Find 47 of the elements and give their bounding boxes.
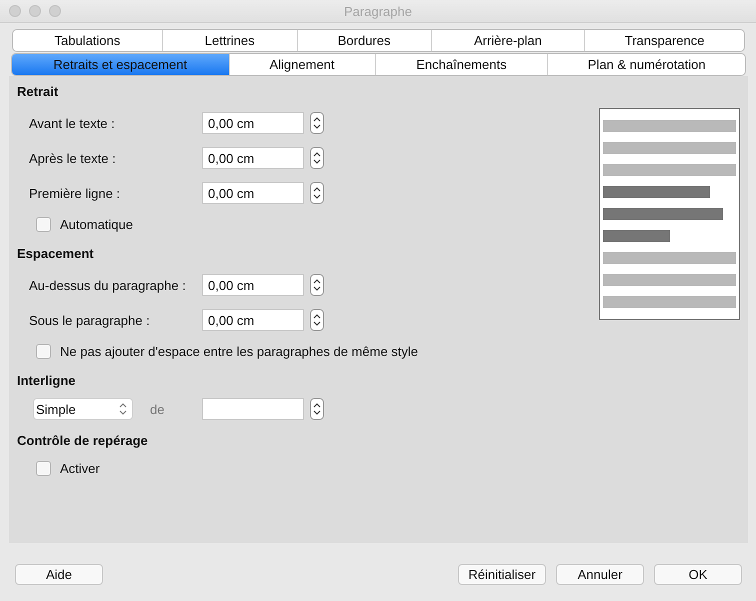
section-heading: Interligne [17, 372, 77, 389]
window-title: Paragraphe [344, 4, 412, 18]
input-field[interactable]: 0,00 cm [202, 274, 304, 296]
tab[interactable]: Retraits et espacement [12, 54, 229, 75]
stepper-icon[interactable] [310, 112, 324, 134]
field-label: Sous le paragraphe : [29, 312, 151, 328]
section-heading: Retrait [17, 83, 60, 100]
close-button[interactable] [9, 5, 21, 17]
checkbox[interactable] [36, 344, 51, 358]
stepper-icon[interactable] [310, 309, 324, 331]
checkbox-label: Activer [60, 460, 100, 476]
stepper-icon[interactable] [310, 147, 324, 169]
field-label: Après le texte : [29, 150, 117, 166]
stepper-icon[interactable] [310, 274, 324, 296]
minimize-button[interactable] [29, 5, 41, 17]
stepper-icon[interactable] [310, 182, 324, 204]
section-heading: Contrôle de repérage [17, 432, 149, 449]
tab[interactable]: Lettrines [162, 30, 297, 51]
dropdown[interactable]: Simple [33, 398, 133, 420]
checkbox-label: Ne pas ajouter d'espace entre les paragraphes de même style [60, 344, 418, 358]
checkbox[interactable] [36, 216, 51, 232]
input-field[interactable] [202, 398, 304, 420]
section-heading: Espacement [17, 245, 95, 262]
help-button[interactable]: Aide [15, 564, 103, 585]
tab[interactable]: Bordures [296, 30, 431, 51]
checkbox[interactable] [36, 460, 51, 476]
up-down-chevron-icon [118, 402, 128, 416]
tab[interactable]: Arrière-plan [430, 30, 584, 51]
input-field[interactable]: 0,00 cm [202, 309, 304, 331]
tab[interactable]: Tabulations [13, 30, 162, 51]
field-label: Au-dessus du paragraphe : [29, 278, 187, 292]
field-label: de [149, 402, 166, 416]
dialog-button[interactable]: OK [654, 564, 742, 585]
tab[interactable]: Transparence [584, 30, 744, 51]
input-field[interactable]: 0,00 cm [202, 112, 304, 134]
dialog-button[interactable]: Annuler [556, 564, 644, 585]
dialog-button[interactable]: Réinitialiser [458, 564, 546, 585]
checkbox-label: Automatique [60, 216, 133, 232]
tab[interactable]: Plan & numérotation [547, 54, 745, 75]
input-field[interactable]: 0,00 cm [202, 147, 304, 169]
tab[interactable]: Alignement [228, 54, 375, 75]
zoom-button[interactable] [49, 5, 61, 17]
stepper-icon[interactable] [310, 398, 324, 420]
input-field[interactable]: 0,00 cm [202, 182, 304, 204]
field-label: Avant le texte : [29, 116, 116, 130]
field-label: Première ligne : [29, 186, 122, 200]
tab[interactable]: Enchaînements [374, 54, 548, 75]
